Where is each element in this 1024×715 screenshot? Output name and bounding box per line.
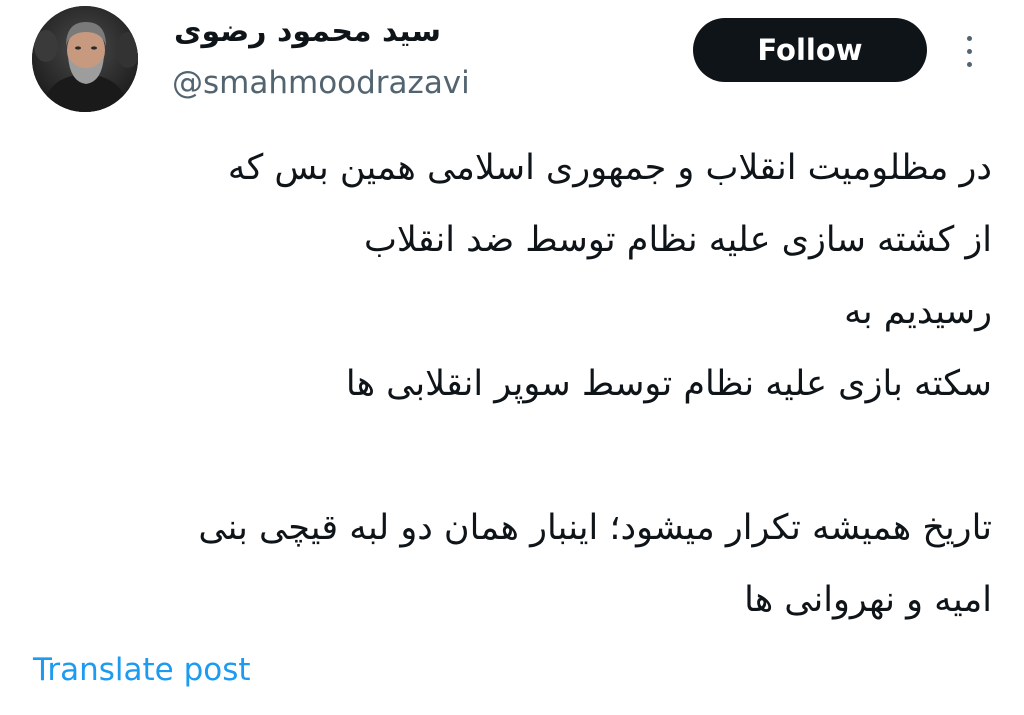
translate-post-link[interactable]: Translate post [33, 648, 251, 692]
tweet-line: تاریخ همیشه تکرار میشود؛ اینبار همان دو … [198, 508, 992, 548]
profile-photo-icon [32, 6, 138, 112]
tweet-line: امیه و نهروانی ها [744, 580, 992, 620]
author-handle[interactable]: @smahmoodrazavi [172, 62, 470, 104]
more-options-icon[interactable] [952, 28, 986, 76]
follow-button[interactable]: Follow [693, 18, 927, 82]
tweet-line: از کشته سازی علیه نظام توسط ضد انقلاب [363, 220, 992, 260]
avatar[interactable] [32, 6, 138, 112]
tweet-line: رسیدیم به [844, 292, 992, 332]
tweet-text: در مظلومیت انقلاب و جمهوری اسلامی همین ب… [30, 132, 992, 636]
tweet-line: سکته بازی علیه نظام توسط سوپر انقلابی ها [345, 364, 992, 404]
tweet-line: در مظلومیت انقلاب و جمهوری اسلامی همین ب… [227, 148, 992, 188]
author-display-name[interactable]: سید محمود رضوی [174, 12, 444, 52]
